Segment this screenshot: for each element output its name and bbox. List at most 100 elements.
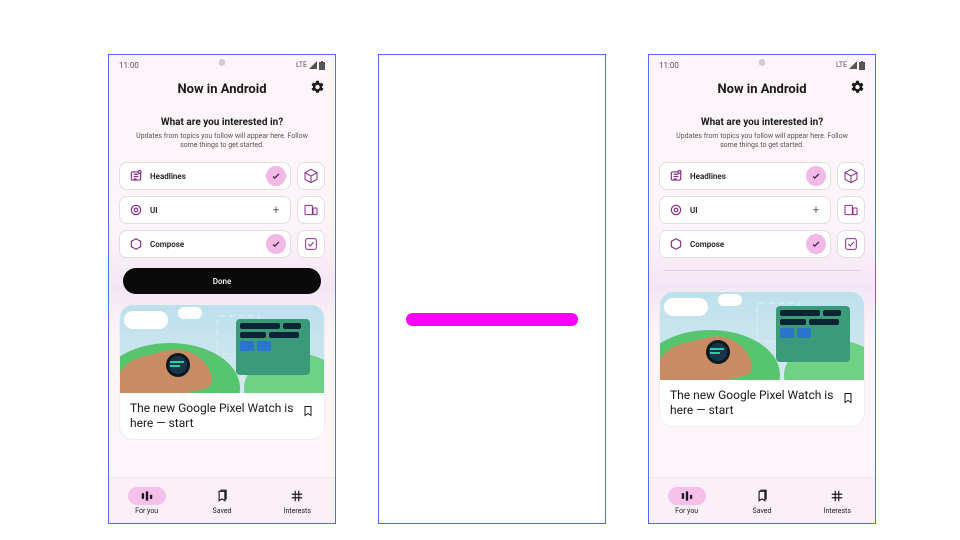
onboarding-header: What are you interested in? Updates from… bbox=[109, 107, 335, 156]
nav-icon-wrap bbox=[668, 487, 706, 505]
topic-row: UI + bbox=[119, 196, 325, 224]
headlines-icon bbox=[126, 166, 146, 186]
section-divider bbox=[663, 270, 861, 271]
status-time: 11:00 bbox=[659, 61, 679, 70]
nav-foryou[interactable]: For you bbox=[109, 478, 184, 523]
author-badge[interactable] bbox=[297, 162, 325, 190]
nav-interests[interactable]: Interests bbox=[800, 478, 875, 523]
bottom-nav: For you Saved Interests bbox=[109, 477, 335, 523]
topic-toggle-selected[interactable] bbox=[806, 166, 826, 186]
topic-label: Compose bbox=[146, 240, 266, 249]
onboarding-header: What are you interested in? Updates from… bbox=[649, 107, 875, 156]
phone-screenshot-left: 11:00 LTE Now in Android What are you in… bbox=[108, 54, 336, 524]
topic-toggle-selected[interactable] bbox=[806, 234, 826, 254]
topic-list: Headlines UI + Compose bbox=[109, 156, 335, 258]
check-icon bbox=[811, 171, 821, 181]
topic-list: Headlines UI + Compose bbox=[649, 156, 875, 258]
compose-icon bbox=[666, 234, 686, 254]
bookmarks-icon bbox=[215, 489, 229, 503]
author-badge[interactable] bbox=[837, 230, 865, 258]
topic-label: Compose bbox=[686, 240, 806, 249]
signal-icon bbox=[309, 61, 317, 69]
ui-icon bbox=[126, 200, 146, 220]
nav-saved[interactable]: Saved bbox=[184, 478, 259, 523]
status-icons: LTE bbox=[296, 61, 325, 70]
settings-button[interactable] bbox=[310, 80, 325, 99]
status-icons: LTE bbox=[836, 61, 865, 70]
foryou-icon bbox=[680, 489, 694, 503]
app-title: Now in Android bbox=[177, 82, 266, 97]
topic-toggle-selected[interactable] bbox=[266, 166, 286, 186]
nav-saved[interactable]: Saved bbox=[724, 478, 799, 523]
author-badge[interactable] bbox=[297, 196, 325, 224]
topic-chip-headlines[interactable]: Headlines bbox=[119, 162, 291, 190]
check-square-icon bbox=[303, 236, 319, 252]
nav-icon-wrap bbox=[128, 487, 166, 505]
check-icon bbox=[811, 239, 821, 249]
nav-foryou[interactable]: For you bbox=[649, 478, 724, 523]
onboarding-subtitle: Updates from topics you follow will appe… bbox=[667, 132, 857, 150]
phone-screenshot-middle bbox=[378, 54, 606, 524]
camera-cutout bbox=[759, 59, 766, 66]
nav-label: Interests bbox=[824, 507, 851, 515]
author-badge[interactable] bbox=[837, 162, 865, 190]
topic-chip-compose[interactable]: Compose bbox=[119, 230, 291, 258]
bookmark-icon bbox=[842, 391, 854, 405]
network-label: LTE bbox=[836, 61, 847, 69]
title-bar: Now in Android bbox=[649, 71, 875, 107]
bottom-nav: For you Saved Interests bbox=[649, 477, 875, 523]
onboarding-question: What are you interested in? bbox=[127, 117, 317, 128]
card-image bbox=[120, 305, 324, 393]
card-title: The new Google Pixel Watch is here — sta… bbox=[670, 388, 842, 418]
topic-toggle-add[interactable]: + bbox=[806, 200, 826, 220]
battery-icon bbox=[319, 61, 325, 70]
nav-label: Interests bbox=[284, 507, 311, 515]
card-title: The new Google Pixel Watch is here — sta… bbox=[130, 401, 302, 431]
phone-screenshot-right: 11:00 LTE Now in Android What are you in… bbox=[648, 54, 876, 524]
card-text-row: The new Google Pixel Watch is here — sta… bbox=[120, 393, 324, 439]
nav-label: For you bbox=[135, 507, 158, 515]
topic-chip-ui[interactable]: UI + bbox=[659, 196, 831, 224]
nav-interests[interactable]: Interests bbox=[260, 478, 335, 523]
ui-icon bbox=[666, 200, 686, 220]
nav-icon-wrap bbox=[743, 487, 781, 505]
network-label: LTE bbox=[296, 61, 307, 69]
bookmark-icon bbox=[302, 404, 314, 418]
battery-icon bbox=[859, 61, 865, 70]
topic-chip-compose[interactable]: Compose bbox=[659, 230, 831, 258]
news-card[interactable]: The new Google Pixel Watch is here — sta… bbox=[119, 304, 325, 440]
camera-cutout bbox=[219, 59, 226, 66]
topic-label: Headlines bbox=[686, 172, 806, 181]
grid-icon bbox=[290, 489, 304, 503]
topic-row: UI + bbox=[659, 196, 865, 224]
topic-label: UI bbox=[686, 206, 806, 215]
topic-toggle-selected[interactable] bbox=[266, 234, 286, 254]
author-badge[interactable] bbox=[297, 230, 325, 258]
compose-icon bbox=[126, 234, 146, 254]
topic-row: Compose bbox=[659, 230, 865, 258]
card-text-row: The new Google Pixel Watch is here — sta… bbox=[660, 380, 864, 426]
topic-chip-headlines[interactable]: Headlines bbox=[659, 162, 831, 190]
check-square-icon bbox=[843, 236, 859, 252]
topic-row: Compose bbox=[119, 230, 325, 258]
bookmark-button[interactable] bbox=[302, 403, 314, 422]
bookmarks-icon bbox=[755, 489, 769, 503]
topic-toggle-add[interactable]: + bbox=[266, 200, 286, 220]
news-card[interactable]: The new Google Pixel Watch is here — sta… bbox=[659, 291, 865, 427]
gear-icon bbox=[850, 80, 865, 95]
nav-icon-wrap bbox=[278, 487, 316, 505]
grid-icon bbox=[830, 489, 844, 503]
onboarding-question: What are you interested in? bbox=[667, 117, 857, 128]
topic-label: Headlines bbox=[146, 172, 266, 181]
bookmark-button[interactable] bbox=[842, 390, 854, 409]
topic-row: Headlines bbox=[659, 162, 865, 190]
status-time: 11:00 bbox=[119, 61, 139, 70]
nav-label: Saved bbox=[213, 507, 232, 515]
author-badge[interactable] bbox=[837, 196, 865, 224]
nav-label: For you bbox=[675, 507, 698, 515]
topic-row: Headlines bbox=[119, 162, 325, 190]
topic-chip-ui[interactable]: UI + bbox=[119, 196, 291, 224]
nav-icon-wrap bbox=[818, 487, 856, 505]
done-button[interactable]: Done bbox=[123, 268, 321, 294]
settings-button[interactable] bbox=[850, 80, 865, 99]
